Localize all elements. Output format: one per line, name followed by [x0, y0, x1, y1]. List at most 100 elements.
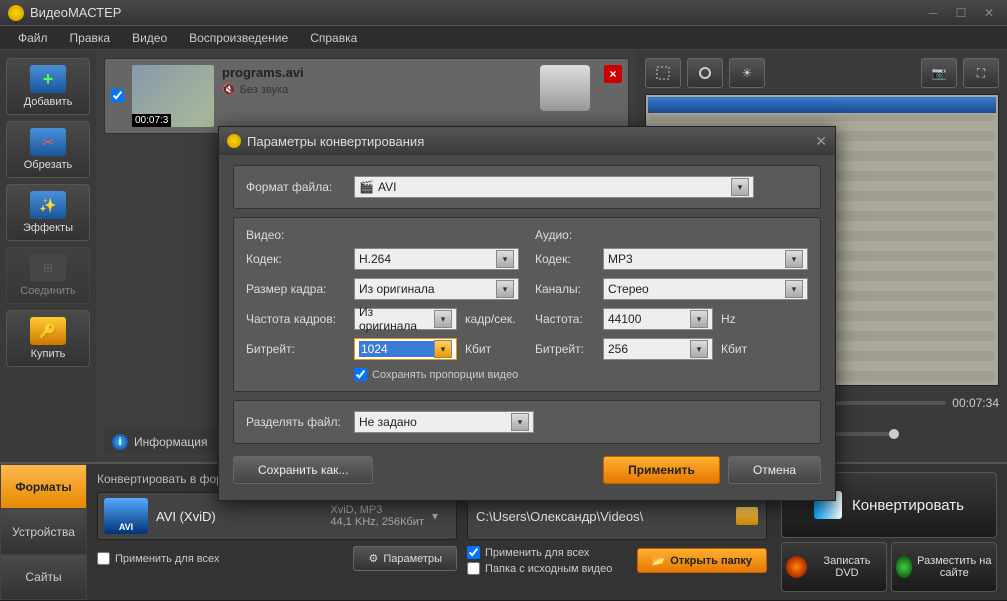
sidebar-item-label: Купить	[31, 348, 66, 360]
cancel-button[interactable]: Отмена	[728, 456, 821, 484]
tab-sites[interactable]: Сайты	[0, 555, 87, 600]
keep-aspect-checkbox[interactable]: Сохранять пропорции видео	[354, 368, 518, 381]
file-row[interactable]: 00:07:3 programs.avi 🔇 Без звука ×	[104, 58, 629, 134]
sidebar-cut-button[interactable]: ✂ Обрезать	[6, 121, 90, 178]
sidebar-item-label: Соединить	[20, 285, 76, 297]
film-icon: 🎬	[359, 180, 374, 194]
sidebar-join-button: ⊞ Соединить	[6, 247, 90, 304]
burn-dvd-button[interactable]: Записать DVD	[781, 542, 887, 592]
fps-select[interactable]: Из оригинала▾	[354, 308, 457, 330]
chevron-down-icon[interactable]: ▾	[434, 310, 452, 328]
menu-bar: Файл Правка Видео Воспроизведение Справк…	[0, 26, 1007, 50]
dialog-close-button[interactable]: ✕	[815, 133, 827, 150]
format-tabs: Форматы Устройства Сайты	[0, 464, 87, 600]
chevron-down-icon[interactable]: ▾	[496, 250, 514, 268]
remove-file-button[interactable]: ×	[604, 65, 622, 83]
split-label: Разделять файл:	[246, 415, 346, 429]
video-codec-select[interactable]: H.264▾	[354, 248, 519, 270]
channels-select[interactable]: Стерео▾	[603, 278, 808, 300]
chevron-down-icon[interactable]: ▾	[731, 178, 749, 196]
tab-formats[interactable]: Форматы	[0, 464, 87, 509]
frequency-unit: Hz	[721, 312, 751, 326]
dvd-icon	[786, 556, 807, 578]
file-name: programs.avi	[222, 65, 532, 80]
add-icon: +	[30, 65, 66, 93]
app-title: ВидеоМАСТЕР	[30, 5, 923, 20]
dialog-logo-icon	[227, 134, 241, 148]
format-detail: XviD, MP3 44,1 KHz, 256Кбит	[330, 504, 424, 528]
file-format-select[interactable]: 🎬 AVI ▾	[354, 176, 754, 198]
close-window-button[interactable]: ✕	[979, 6, 999, 20]
file-select-checkbox[interactable]	[111, 89, 124, 102]
crop-tool-button[interactable]	[645, 58, 681, 88]
audio-bitrate-label: Битрейт:	[535, 342, 595, 356]
snapshot-button[interactable]: 📷	[921, 58, 957, 88]
file-info: programs.avi 🔇 Без звука	[222, 65, 532, 96]
left-sidebar: + Добавить ✂ Обрезать ✨ Эффекты ⊞ Соедин…	[0, 50, 96, 462]
sidebar-add-button[interactable]: + Добавить	[6, 58, 90, 115]
fx-icon: ✨	[30, 191, 66, 219]
menu-file[interactable]: Файл	[8, 27, 58, 49]
menu-video[interactable]: Видео	[122, 27, 177, 49]
audio-settings-column: Аудио: Кодек: MP3▾ Каналы: Стерео▾ Часто…	[535, 228, 808, 381]
chevron-down-icon[interactable]: ▾	[785, 250, 803, 268]
chevron-down-icon[interactable]: ▾	[785, 280, 803, 298]
chevron-down-icon[interactable]: ▾	[511, 413, 529, 431]
sidebar-item-label: Добавить	[24, 96, 73, 108]
chevron-down-icon[interactable]: ▾	[690, 310, 708, 328]
frequency-select[interactable]: 44100▾	[603, 308, 713, 330]
menu-edit[interactable]: Правка	[60, 27, 121, 49]
tab-devices[interactable]: Устройства	[0, 509, 87, 554]
apply-all-checkbox[interactable]: Применить для всех	[97, 552, 219, 565]
video-bitrate-select[interactable]: 1024▾	[354, 338, 457, 360]
video-bitrate-label: Битрейт:	[246, 342, 346, 356]
file-audio-note: 🔇 Без звука	[222, 83, 532, 96]
chevron-down-icon[interactable]: ▾	[432, 509, 450, 523]
video-header: Видео:	[246, 228, 519, 242]
sidebar-effects-button[interactable]: ✨ Эффекты	[6, 184, 90, 241]
chevron-down-icon[interactable]: ▾	[690, 340, 708, 358]
info-label: Информация	[134, 435, 207, 449]
chevron-down-icon[interactable]: ▾	[496, 280, 514, 298]
audio-codec-select[interactable]: MP3▾	[603, 248, 808, 270]
fps-unit: кадр/сек.	[465, 312, 519, 326]
fullscreen-button[interactable]: ⛶	[963, 58, 999, 88]
audio-bitrate-select[interactable]: 256▾	[603, 338, 713, 360]
video-settings-column: Видео: Кодек: H.264▾ Размер кадра: Из ор…	[246, 228, 519, 381]
cut-icon: ✂	[30, 128, 66, 156]
frequency-label: Частота:	[535, 312, 595, 326]
folder-open-icon: 📂	[652, 554, 666, 567]
save-apply-all-checkbox[interactable]: Применить для всех	[467, 546, 612, 559]
file-format-label: Формат файла:	[246, 180, 346, 194]
speaker-icon: 🔇	[222, 83, 236, 96]
fps-label: Частота кадров:	[246, 312, 346, 326]
apply-button[interactable]: Применить	[603, 456, 720, 484]
parameters-button[interactable]: ⚙Параметры	[353, 546, 457, 571]
folder-icon[interactable]	[736, 507, 758, 525]
settings-tool-button[interactable]	[687, 58, 723, 88]
video-codec-label: Кодек:	[246, 252, 346, 266]
frame-size-select[interactable]: Из оригинала▾	[354, 278, 519, 300]
join-icon: ⊞	[30, 254, 66, 282]
brightness-tool-button[interactable]: ☀	[729, 58, 765, 88]
app-logo-icon	[8, 5, 24, 21]
menu-help[interactable]: Справка	[300, 27, 367, 49]
file-thumbnail: 00:07:3	[132, 65, 214, 127]
window-titlebar: ВидеоМАСТЕР ─ ☐ ✕	[0, 0, 1007, 26]
publish-web-button[interactable]: Разместить на сайте	[891, 542, 997, 592]
open-folder-button[interactable]: 📂Открыть папку	[637, 548, 768, 573]
info-icon: i	[112, 434, 128, 450]
audio-header: Аудио:	[535, 228, 808, 242]
audio-bitrate-unit: Кбит	[721, 342, 751, 356]
frame-size-label: Размер кадра:	[246, 282, 346, 296]
minimize-button[interactable]: ─	[923, 6, 943, 20]
channels-label: Каналы:	[535, 282, 595, 296]
dialog-titlebar[interactable]: Параметры конвертирования ✕	[219, 127, 835, 155]
menu-playback[interactable]: Воспроизведение	[179, 27, 298, 49]
sidebar-buy-button[interactable]: 🔑 Купить	[6, 310, 90, 367]
chevron-down-icon[interactable]: ▾	[434, 340, 452, 358]
maximize-button[interactable]: ☐	[951, 6, 971, 20]
split-select[interactable]: Не задано▾	[354, 411, 534, 433]
same-folder-checkbox[interactable]: Папка с исходным видео	[467, 562, 612, 575]
save-as-button[interactable]: Сохранить как...	[233, 456, 373, 484]
